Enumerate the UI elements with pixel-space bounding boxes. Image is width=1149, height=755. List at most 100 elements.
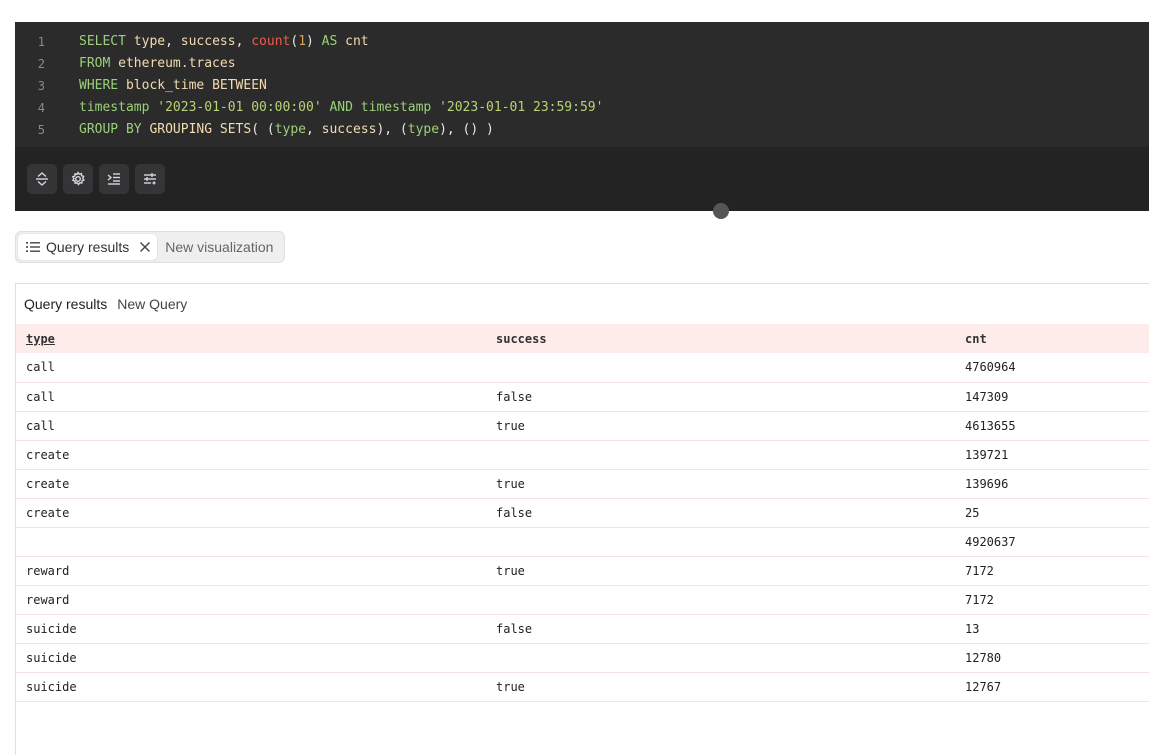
code-line[interactable]: 1 SELECT type, success, count(1) AS cnt: [15, 31, 1149, 53]
cell-success: [486, 527, 955, 557]
table-row: create true 139696: [16, 469, 1149, 499]
cell-cnt: 139696: [955, 469, 1149, 499]
code-token: count: [251, 34, 291, 49]
cell-type: reward: [16, 585, 486, 615]
cell-success: [486, 353, 955, 383]
cell-type: [16, 527, 486, 557]
close-icon[interactable]: [139, 241, 151, 253]
line-number: 2: [37, 57, 45, 71]
cell-success: false: [486, 498, 955, 528]
table-header-row: type success cnt: [16, 324, 1149, 353]
table-row: 4920637: [16, 527, 1149, 557]
code-token: ): [306, 34, 322, 49]
tab-new-visualization[interactable]: New visualization: [157, 234, 281, 260]
code-token: success: [180, 34, 236, 49]
code-token: type: [407, 122, 440, 137]
line-number: 5: [37, 123, 45, 137]
code-token: ,: [235, 34, 252, 49]
code-token: (: [290, 34, 299, 49]
code-token: type: [133, 34, 166, 49]
code-token: ethereum.traces: [118, 56, 236, 71]
code-token: '2023-01-01 00:00:00': [157, 100, 322, 115]
code-token: success: [321, 122, 377, 137]
sliders-icon: [144, 173, 156, 185]
table-row: suicide false 13: [16, 614, 1149, 644]
code-line[interactable]: 3 WHERE block_time BETWEEN: [15, 75, 1149, 97]
sql-editor[interactable]: 1 SELECT type, success, count(1) AS cnt 2 F…: [15, 22, 1149, 211]
cell-type: reward: [16, 556, 486, 586]
cell-cnt: 12767: [955, 672, 1149, 702]
cell-cnt: 4613655: [955, 411, 1149, 441]
cell-type: create: [16, 498, 486, 528]
cell-success: [486, 585, 955, 615]
table-row: call false 147309: [16, 382, 1149, 412]
table-row: suicide 12780: [16, 643, 1149, 673]
indent-list-icon: [107, 173, 120, 185]
results-title: Query results: [24, 296, 108, 312]
code-text: timestamp '2023-01-01 00:00:00' AND time…: [79, 97, 603, 119]
cell-cnt: 13: [955, 614, 1149, 644]
cell-success: false: [486, 614, 955, 644]
gear-icon: [71, 171, 85, 186]
code-line[interactable]: 4 timestamp '2023-01-01 00:00:00' AND tim…: [15, 97, 1149, 119]
parameters-button[interactable]: [135, 164, 165, 194]
code-token: ), () ): [439, 122, 494, 137]
table-row: reward true 7172: [16, 556, 1149, 586]
code-token: timestamp: [79, 100, 158, 115]
cell-type: suicide: [16, 672, 486, 702]
cell-type: create: [16, 440, 486, 470]
code-token: WHERE: [79, 78, 126, 93]
code-token: '2023-01-01 23:59:59': [439, 100, 604, 115]
table-row: create 139721: [16, 440, 1149, 470]
code-area[interactable]: 1 SELECT type, success, count(1) AS cnt 2 F…: [15, 22, 1149, 147]
code-line[interactable]: 2 FROM ethereum.traces: [15, 53, 1149, 75]
column-header-success[interactable]: success: [486, 324, 955, 353]
tab-query-results[interactable]: Query results: [18, 234, 158, 260]
code-text: WHERE block_time BETWEEN: [79, 75, 267, 97]
cell-cnt: 147309: [955, 382, 1149, 412]
cell-type: call: [16, 353, 486, 383]
cell-cnt: 7172: [955, 556, 1149, 586]
resize-handle[interactable]: [713, 203, 729, 219]
table-row: reward 7172: [16, 585, 1149, 615]
code-token: GROUPING SETS: [149, 122, 252, 137]
code-token: block_time: [125, 78, 213, 93]
cell-cnt: 12780: [955, 643, 1149, 673]
settings-button[interactable]: [63, 164, 93, 194]
code-token: ,: [306, 122, 322, 137]
results-table: type success cnt call 4760964 call false 147…: [16, 324, 1149, 702]
cell-cnt: 7172: [955, 585, 1149, 615]
code-line[interactable]: 5 GROUP BY GROUPING SETS( (type, success)…: [15, 119, 1149, 141]
code-text: GROUP BY GROUPING SETS( (type, success),…: [79, 119, 494, 141]
cell-success: [486, 440, 955, 470]
results-panel: Query results New Query type success cnt…: [15, 283, 1149, 755]
cell-success: true: [486, 411, 955, 441]
cell-type: create: [16, 469, 486, 499]
line-number: 4: [37, 101, 45, 115]
column-header-cnt[interactable]: cnt: [955, 324, 1149, 353]
cell-success: false: [486, 382, 955, 412]
code-token: AS: [321, 34, 346, 49]
code-text: SELECT type, success, count(1) AS cnt: [79, 31, 369, 53]
code-token: ,: [165, 34, 181, 49]
result-tabs: Query results New visualization: [15, 231, 285, 263]
cell-type: suicide: [16, 643, 486, 673]
code-text: FROM ethereum.traces: [79, 53, 236, 75]
editor-toolbar: [15, 147, 1149, 211]
table-row: suicide true 12767: [16, 672, 1149, 702]
code-token: GROUP BY: [79, 122, 150, 137]
code-token: type: [274, 122, 306, 137]
format-button[interactable]: [99, 164, 129, 194]
code-token: ( (: [251, 122, 275, 137]
code-token: BETWEEN: [212, 78, 267, 93]
cell-type: call: [16, 382, 486, 412]
column-header-type[interactable]: type: [16, 324, 486, 353]
cell-cnt: 4920637: [955, 527, 1149, 557]
expand-collapse-button[interactable]: [27, 164, 57, 194]
tab-query-results-label: Query results: [46, 239, 130, 255]
code-token: 1: [298, 34, 307, 49]
code-token: ), (: [376, 122, 408, 137]
code-token: cnt: [345, 34, 369, 49]
cell-cnt: 139721: [955, 440, 1149, 470]
cell-cnt: 4760964: [955, 353, 1149, 383]
